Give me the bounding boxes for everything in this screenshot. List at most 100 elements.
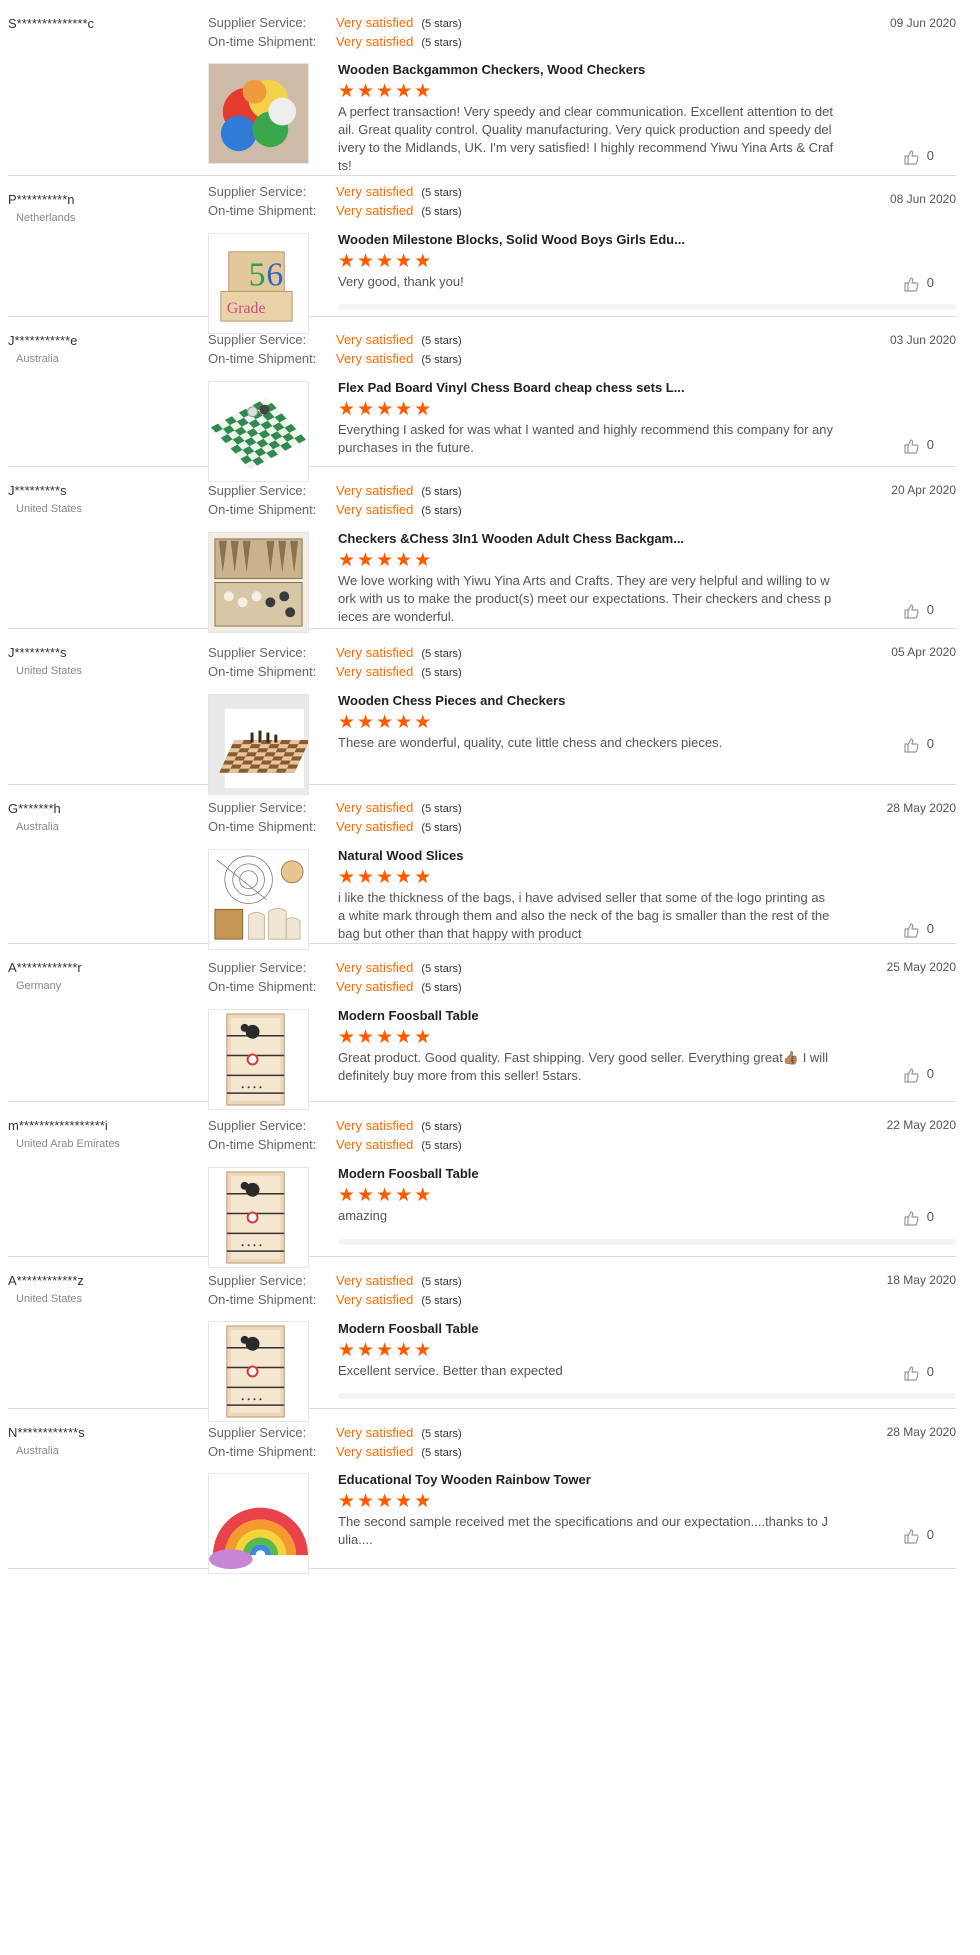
review-comment: A perfect transaction! Very speedy and c… — [338, 104, 834, 173]
like-button[interactable]: 0 — [903, 602, 934, 619]
star-rating: ★ ★ ★ ★ ★ — [338, 399, 433, 420]
chess-backgammon-box-image[interactable] — [208, 532, 309, 633]
review-card: N************s Australia 28 May 2020 Suppli… — [8, 1409, 956, 1574]
product-title-link[interactable]: Wooden Backgammon Checkers, Wood Checker… — [338, 62, 645, 77]
buyer-name: J*********s — [8, 483, 67, 498]
review-card: G*******h Australia 28 May 2020 Supplier Se… — [8, 785, 956, 950]
review-card: J*********s United States 05 Apr 2020 Suppl… — [8, 629, 956, 795]
ontime-shipment-label: On-time Shipment: — [208, 1444, 317, 1459]
star-rating: ★ ★ ★ ★ ★ — [338, 81, 433, 102]
review-date: 28 May 2020 — [886, 801, 956, 815]
like-button[interactable]: 0 — [903, 437, 934, 454]
supplier-service-value: Very satisfied — [336, 1425, 414, 1440]
star-icon: ★ — [395, 1340, 413, 1361]
star-rating: ★ ★ ★ ★ ★ — [338, 1340, 433, 1361]
buyer-name: S**************c — [8, 16, 94, 31]
ontime-shipment-label: On-time Shipment: — [208, 203, 317, 218]
star-icon: ★ — [357, 81, 375, 102]
ontime-shipment-value: Very satisfied — [336, 502, 414, 517]
supplier-service-label: Supplier Service: — [208, 483, 307, 498]
like-count: 0 — [926, 275, 934, 290]
star-icon: ★ — [414, 1340, 432, 1361]
rainbow-tower-image[interactable] — [208, 1473, 309, 1574]
like-button[interactable]: 0 — [903, 1066, 934, 1083]
like-button[interactable]: 0 — [903, 1209, 934, 1226]
wood-slices-image[interactable] — [208, 849, 309, 950]
supplier-service-label: Supplier Service: — [208, 645, 307, 660]
product-title-link[interactable]: Modern Foosball Table — [338, 1008, 479, 1023]
product-title-link[interactable]: Modern Foosball Table — [338, 1321, 479, 1336]
star-icon: ★ — [338, 81, 356, 102]
product-title-link[interactable]: Checkers &Chess 3In1 Wooden Adult Chess … — [338, 531, 684, 546]
star-icon: ★ — [395, 251, 413, 272]
star-icon: ★ — [376, 399, 394, 420]
like-button[interactable]: 0 — [903, 148, 934, 165]
star-icon: ★ — [376, 1185, 394, 1206]
like-count: 0 — [926, 1364, 934, 1379]
like-button[interactable]: 0 — [903, 921, 934, 938]
ontime-shipment-rating: On-time Shipment: Very satisfied (5 stars) — [208, 502, 462, 517]
like-button[interactable]: 0 — [903, 1527, 934, 1544]
supplier-service-value: Very satisfied — [336, 332, 414, 347]
review-date: 22 May 2020 — [886, 1118, 956, 1132]
wooden-chess-set-image[interactable] — [208, 694, 309, 795]
supplier-service-value: Very satisfied — [336, 184, 414, 199]
ontime-shipment-stars: (5 stars) — [421, 354, 462, 366]
star-rating: ★ ★ ★ ★ ★ — [338, 1492, 433, 1511]
reviews-list: S**************c 09 Jun 2020 Supplier Serv… — [0, 0, 980, 1955]
product-title-link[interactable]: Wooden Chess Pieces and Checkers — [338, 693, 565, 708]
foosball-table-image[interactable] — [208, 1321, 309, 1422]
ontime-shipment-stars: (5 stars) — [421, 822, 462, 834]
supplier-service-value: Very satisfied — [336, 1273, 414, 1288]
review-card: A************z United States 18 May 2020 Su… — [8, 1257, 956, 1422]
buyer-country: Australia — [16, 353, 59, 365]
supplier-service-rating: Supplier Service: Very satisfied (5 stars) — [208, 960, 462, 975]
supplier-service-label: Supplier Service: — [208, 1118, 307, 1133]
star-icon: ★ — [414, 81, 432, 102]
supplier-service-rating: Supplier Service: Very satisfied (5 stars) — [208, 15, 462, 30]
buyer-country: United States — [16, 665, 83, 677]
product-title-link[interactable]: Educational Toy Wooden Rainbow Tower — [338, 1472, 591, 1487]
foosball-table-image[interactable] — [208, 1009, 309, 1110]
supplier-service-label: Supplier Service: — [208, 15, 307, 30]
like-button[interactable]: 0 — [903, 1364, 934, 1381]
like-button[interactable]: 0 — [903, 736, 934, 753]
supplier-service-label: Supplier Service: — [208, 1425, 307, 1440]
buyer-country: United Arab Emirates — [16, 1138, 120, 1150]
product-title-link[interactable]: Wooden Milestone Blocks, Solid Wood Boys… — [338, 232, 685, 247]
star-icon: ★ — [357, 550, 375, 571]
supplier-service-stars: (5 stars) — [421, 963, 462, 975]
star-icon: ★ — [395, 1185, 413, 1206]
buyer-name: m*****************i — [8, 1118, 108, 1133]
review-date: 20 Apr 2020 — [891, 483, 956, 497]
ontime-shipment-stars: (5 stars) — [421, 667, 462, 679]
supplier-service-rating: Supplier Service: Very satisfied (5 stars) — [208, 1273, 462, 1288]
supplier-reply-bar — [338, 304, 956, 310]
supplier-service-stars: (5 stars) — [421, 648, 462, 660]
like-button[interactable]: 0 — [903, 275, 934, 292]
star-icon: ★ — [395, 1027, 413, 1048]
product-title-link[interactable]: Flex Pad Board Vinyl Chess Board cheap c… — [338, 380, 685, 395]
foosball-table-image[interactable] — [208, 1167, 309, 1268]
ontime-shipment-rating: On-time Shipment: Very satisfied (5 stars) — [208, 1137, 462, 1152]
thumbs-up-icon — [903, 276, 919, 292]
star-icon: ★ — [338, 1185, 356, 1206]
star-icon: ★ — [414, 251, 432, 272]
supplier-service-rating: Supplier Service: Very satisfied (5 stars) — [208, 645, 462, 660]
ontime-shipment-rating: On-time Shipment: Very satisfied (5 stars) — [208, 979, 462, 994]
like-count: 0 — [926, 437, 934, 452]
review-card: S**************c 09 Jun 2020 Supplier Serv… — [8, 0, 956, 176]
star-icon: ★ — [338, 1027, 356, 1048]
product-title-link[interactable]: Modern Foosball Table — [338, 1166, 479, 1181]
colored-checkers-image[interactable] — [208, 63, 309, 164]
supplier-service-value: Very satisfied — [336, 1118, 414, 1133]
star-icon: ★ — [395, 399, 413, 420]
supplier-service-label: Supplier Service: — [208, 960, 307, 975]
svg-text:5: 5 — [249, 256, 266, 293]
product-title-link[interactable]: Natural Wood Slices — [338, 848, 463, 863]
thumbs-up-icon — [903, 1210, 919, 1226]
star-rating: ★ ★ ★ ★ ★ — [338, 1185, 433, 1206]
supplier-service-value: Very satisfied — [336, 15, 414, 30]
like-count: 0 — [926, 602, 934, 617]
ontime-shipment-value: Very satisfied — [336, 1444, 414, 1459]
